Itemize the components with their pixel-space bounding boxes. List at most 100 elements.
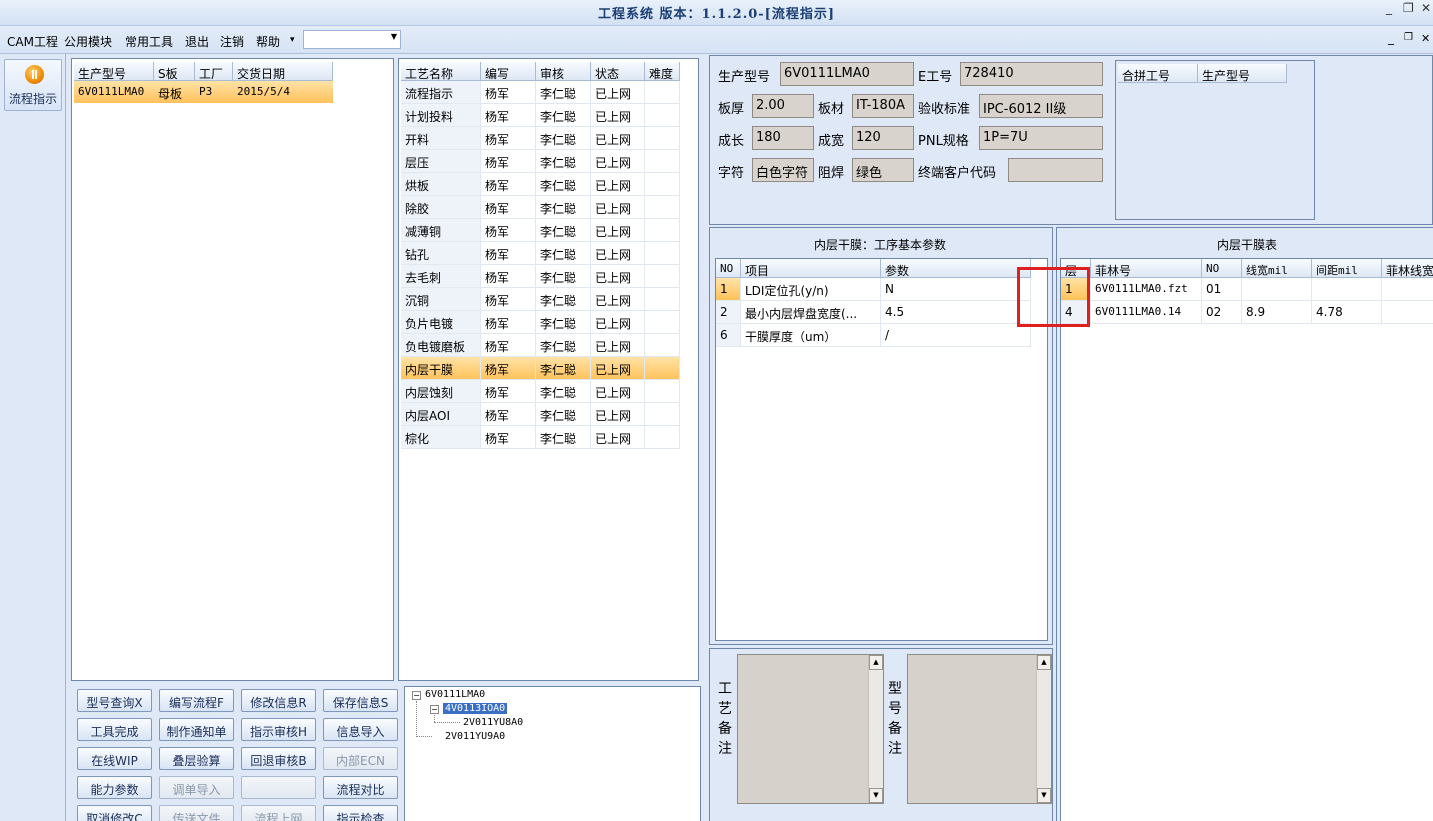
action-button[interactable]: 回退审核B (241, 747, 316, 770)
cell-value[interactable]: 4.5 (881, 301, 1031, 324)
cell-value[interactable]: N (881, 278, 1031, 301)
table-row[interactable]: 流程指示 杨军 李仁聪 已上网 (401, 81, 680, 104)
table-row[interactable]: 6V0111LMA0 母板 P3 2015/5/4 (74, 81, 333, 103)
cell-film[interactable]: 6V0111LMA0.14 (1091, 301, 1202, 324)
tree-node-root[interactable]: 6V0111LMA0 (425, 689, 485, 700)
process-header-name[interactable]: 工艺名称 (401, 62, 481, 81)
tree-node-sibling[interactable]: 2V011YU9A0 (445, 731, 505, 742)
action-button[interactable]: 能力参数 (77, 776, 152, 799)
cell-value[interactable]: / (881, 324, 1031, 347)
cell-item[interactable]: LDI定位孔(y/n) (741, 278, 881, 301)
scrollbar[interactable]: ▲ ▼ (868, 655, 883, 803)
field-width[interactable]: 120 (852, 126, 914, 150)
help-dropdown-icon[interactable]: ▾ (290, 35, 295, 45)
action-button[interactable]: 制作通知单 (159, 718, 234, 741)
field-customer[interactable] (1008, 158, 1103, 182)
cell-film[interactable]: 6V0111LMA0.fzt (1091, 278, 1202, 301)
params-header-no[interactable]: NO (716, 259, 741, 278)
menu-exit[interactable]: 退出 (185, 33, 209, 50)
cell-item[interactable]: 干膜厚度（um） (741, 324, 881, 347)
table-row[interactable]: 计划投料 杨军 李仁聪 已上网 (401, 104, 680, 127)
mdi-restore-icon[interactable]: ❐ (1404, 32, 1413, 43)
cell-no[interactable]: 1 (716, 278, 741, 301)
params-header-item[interactable]: 项目 (741, 259, 881, 278)
action-button[interactable]: 流程上网 (241, 805, 316, 821)
table-row[interactable]: 烘板 杨军 李仁聪 已上网 (401, 173, 680, 196)
field-mask[interactable]: 绿色 (852, 158, 914, 182)
action-button[interactable]: 流程对比 (323, 776, 398, 799)
scrollbar[interactable]: ▲ ▼ (1036, 655, 1051, 803)
process-notes-field[interactable]: ▲ ▼ (737, 654, 884, 804)
menu-common-tools[interactable]: 常用工具 (125, 33, 173, 50)
field-model[interactable]: 6V0111LMA0 (780, 62, 914, 86)
field-material[interactable]: IT-180A (852, 94, 914, 118)
field-standard[interactable]: IPC-6012 II级 (979, 94, 1103, 118)
orders-header-model[interactable]: 生产型号 (74, 62, 154, 81)
action-button[interactable]: 指示检查 (323, 805, 398, 821)
table-row[interactable]: 钻孔 杨军 李仁聪 已上网 (401, 242, 680, 265)
orders-header-date[interactable]: 交货日期 (233, 62, 333, 81)
table-row[interactable]: 负片电镀 杨军 李仁聪 已上网 (401, 311, 680, 334)
merge-header-model[interactable]: 生产型号 (1198, 64, 1287, 83)
restore-icon[interactable]: ❐ (1403, 1, 1414, 15)
tree-node-selected[interactable]: 4V0113IOA0 (443, 703, 508, 714)
tree-node-grandchild[interactable]: 2V011YU8A0 (463, 717, 523, 728)
orders-header-sboard[interactable]: S板 (154, 62, 195, 81)
scroll-down-icon[interactable]: ▼ (869, 788, 883, 803)
action-button[interactable]: 传送文件 (159, 805, 234, 821)
table-row[interactable]: 内层干膜 杨军 李仁聪 已上网 (401, 357, 680, 380)
table-row[interactable]: 层压 杨军 李仁聪 已上网 (401, 150, 680, 173)
menu-common-modules[interactable]: 公用模块 (64, 33, 112, 50)
table-row[interactable]: 棕化 杨军 李仁聪 已上网 (401, 426, 680, 449)
films-header-no[interactable]: NO (1202, 259, 1242, 278)
scroll-up-icon[interactable]: ▲ (1037, 655, 1051, 670)
field-length[interactable]: 180 (752, 126, 814, 150)
action-button[interactable]: 调单导入 (159, 776, 234, 799)
action-button[interactable]: 修改信息R (241, 689, 316, 712)
action-button[interactable]: 叠层验算 (159, 747, 234, 770)
process-header-status[interactable]: 状态 (591, 62, 645, 81)
action-button[interactable]: 编写流程F (159, 689, 234, 712)
films-header-film[interactable]: 菲林号 (1091, 259, 1202, 278)
nav-button-process-guide[interactable]: 流程指示 (4, 59, 62, 111)
table-row[interactable]: 内层蚀刻 杨军 李仁聪 已上网 (401, 380, 680, 403)
scroll-up-icon[interactable]: ▲ (869, 655, 883, 670)
scroll-down-icon[interactable]: ▼ (1037, 788, 1051, 803)
films-header-linewidth[interactable]: 线宽mil (1242, 259, 1312, 278)
cell-linewidth[interactable]: 8.9 (1242, 301, 1312, 324)
action-button[interactable]: 在线WIP (77, 747, 152, 770)
model-notes-field[interactable]: ▲ ▼ (907, 654, 1052, 804)
cell-film-width[interactable] (1382, 301, 1433, 324)
action-button[interactable]: 内部ECN (323, 747, 398, 770)
table-row[interactable]: 沉铜 杨军 李仁聪 已上网 (401, 288, 680, 311)
cell-film-width[interactable] (1382, 278, 1433, 301)
mdi-close-icon[interactable]: ✕ (1421, 32, 1430, 45)
films-header-film-width[interactable]: 菲林线宽 (1382, 259, 1433, 278)
menu-combo-box[interactable]: ▼ (303, 30, 401, 49)
minimize-icon[interactable]: _ (1386, 1, 1392, 15)
cell-item[interactable]: 最小内层焊盘宽度(... (741, 301, 881, 324)
table-row[interactable]: 除胶 杨军 李仁聪 已上网 (401, 196, 680, 219)
cell-no[interactable]: 01 (1202, 278, 1242, 301)
films-header-spacing[interactable]: 间距mil (1312, 259, 1382, 278)
params-header-value[interactable]: 参数 (881, 259, 1031, 278)
close-icon[interactable]: ✕ (1421, 1, 1431, 15)
process-header-author[interactable]: 编写 (481, 62, 536, 81)
menu-cam[interactable]: CAM工程 (7, 33, 58, 50)
process-header-difficulty[interactable]: 难度 (645, 62, 680, 81)
process-header-reviewer[interactable]: 审核 (536, 62, 591, 81)
table-row[interactable]: 开料 杨军 李仁聪 已上网 (401, 127, 680, 150)
orders-header-factory[interactable]: 工厂 (195, 62, 233, 81)
cell-spacing[interactable] (1312, 278, 1382, 301)
menu-logout[interactable]: 注销 (220, 33, 244, 50)
tree-collapse-icon[interactable]: − (412, 691, 421, 700)
cell-no[interactable]: 02 (1202, 301, 1242, 324)
cell-spacing[interactable]: 4.78 (1312, 301, 1382, 324)
action-button[interactable]: 信息导入 (323, 718, 398, 741)
field-thickness[interactable]: 2.00 (752, 94, 814, 118)
action-button[interactable] (241, 776, 316, 799)
action-button[interactable]: 工具完成 (77, 718, 152, 741)
action-button[interactable]: 取消修改C (77, 805, 152, 821)
table-row[interactable]: 去毛刺 杨军 李仁聪 已上网 (401, 265, 680, 288)
cell-no[interactable]: 2 (716, 301, 741, 324)
